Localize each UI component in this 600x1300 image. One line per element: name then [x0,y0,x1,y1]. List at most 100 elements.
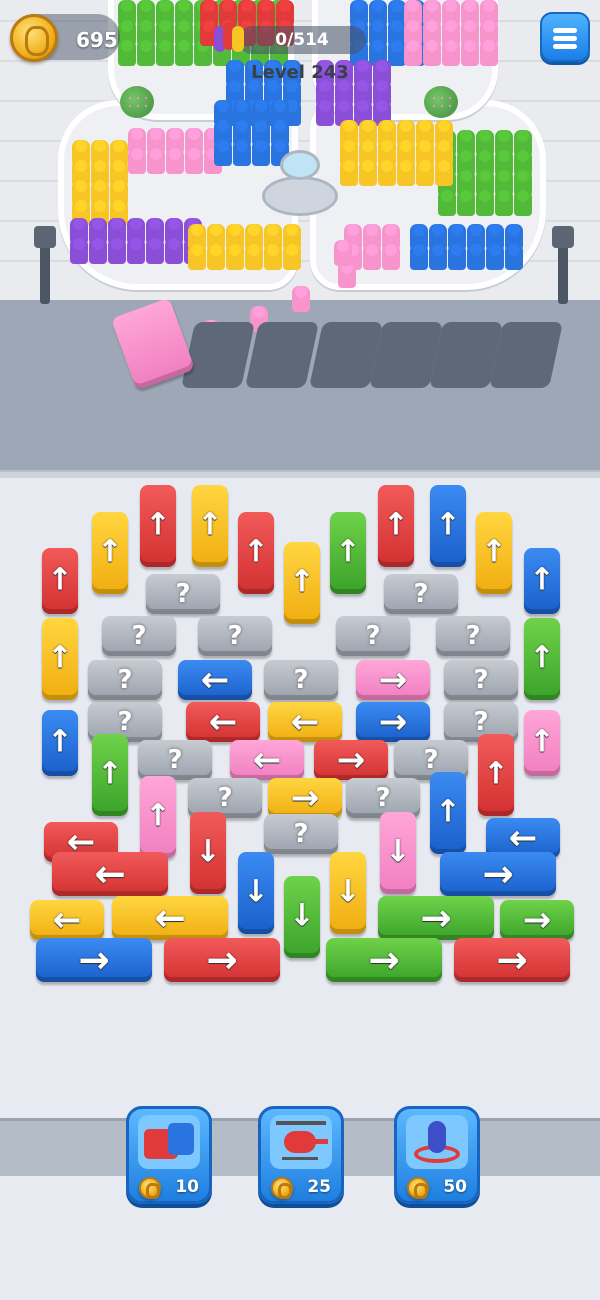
passenger [382,244,400,270]
helicopter-icon [270,1115,332,1169]
pink-vehicle[interactable]: ↓ [380,812,416,894]
red-vehicle[interactable]: ↑ [378,485,414,567]
passenger [457,190,475,216]
passenger [185,148,203,174]
menu-button[interactable] [540,12,590,62]
hidden-vehicle[interactable]: ? [444,660,518,700]
blue-vehicle[interactable]: ↑ [42,710,78,776]
hidden-vehicle[interactable]: ? [102,616,176,656]
blue-vehicle[interactable]: → [356,702,430,742]
passenger [486,244,504,270]
walking-passenger [334,240,352,266]
arrow-left-icon: ← [154,895,186,940]
green-vehicle[interactable]: → [378,896,494,940]
yellow-vehicle[interactable]: → [268,778,342,818]
red-vehicle[interactable]: ↑ [42,548,78,614]
green-vehicle[interactable]: ↓ [284,876,320,958]
arrow-up-icon: ↑ [289,564,315,600]
green-vehicle[interactable]: ↑ [92,734,128,816]
passenger [423,40,441,66]
pink-vehicle[interactable]: → [356,660,430,700]
arrow-right-icon: → [206,937,238,982]
yellow-vehicle[interactable]: ↓ [330,852,366,934]
red-vehicle[interactable]: ↑ [478,734,514,816]
red-vehicle[interactable]: ← [52,852,168,896]
arrow-right-icon: → [496,937,528,982]
hidden-vehicle[interactable]: ? [264,814,338,854]
arrow-up-icon: ↑ [529,562,555,598]
green-vehicle[interactable]: → [500,900,574,940]
blue-vehicle[interactable]: → [440,852,556,896]
passenger [435,160,453,186]
question-mark-icon: ? [473,665,489,695]
red-vehicle[interactable]: → [454,938,570,982]
passenger [70,238,88,264]
yellow-vehicle[interactable]: ↑ [42,618,78,700]
arrow-up-icon: ↑ [97,534,123,570]
yellow-vehicle[interactable]: ← [268,702,342,742]
arrow-up-icon: ↑ [197,507,223,543]
coin-icon [10,14,58,62]
passenger [226,244,244,270]
coin-count: 695 [76,28,118,52]
hidden-vehicle[interactable]: ? [88,660,162,700]
green-vehicle[interactable]: ↑ [524,618,560,700]
arrow-up-icon: ↑ [483,756,509,792]
powerup-bus-swap-button[interactable]: 10 [126,1106,212,1204]
blue-vehicle[interactable]: → [36,938,152,982]
arrow-right-icon: → [290,778,320,818]
red-vehicle[interactable]: ↑ [238,512,274,594]
arrow-down-icon: ↓ [243,874,269,910]
arrow-up-icon: ↑ [529,640,555,676]
pink-vehicle[interactable]: ← [230,740,304,780]
red-vehicle[interactable]: → [164,938,280,982]
question-mark-icon: ? [375,783,391,813]
scene-divider [0,470,600,478]
question-mark-icon: ? [413,579,429,609]
red-vehicle[interactable]: ↑ [140,485,176,567]
arrow-up-icon: ↑ [145,798,171,834]
hidden-vehicle[interactable]: ? [264,660,338,700]
passenger [397,160,415,186]
hidden-vehicle[interactable]: ? [198,616,272,656]
red-vehicle[interactable]: ← [186,702,260,742]
question-mark-icon: ? [117,707,133,737]
hidden-vehicle[interactable]: ? [138,740,212,780]
red-vehicle[interactable]: → [314,740,388,780]
arrow-up-icon: ↑ [47,724,73,760]
blue-vehicle[interactable]: ← [178,660,252,700]
hidden-vehicle[interactable]: ? [436,616,510,656]
arrow-left-icon: ← [52,900,82,940]
passenger-plaza: 695 0/514 Level 243 [0,0,600,470]
red-vehicle[interactable]: ↓ [190,812,226,894]
powerup-helicopter-button[interactable]: 25 [258,1106,344,1204]
yellow-vehicle[interactable]: ↑ [192,485,228,567]
arrow-left-icon: ← [252,740,282,780]
passenger [207,244,225,270]
pink-vehicle[interactable]: ↑ [524,710,560,776]
yellow-vehicle[interactable]: ↑ [476,512,512,594]
yellow-vehicle[interactable]: ← [30,900,104,940]
arrow-up-icon: ↑ [97,756,123,792]
green-vehicle[interactable]: → [326,938,442,982]
arrow-up-icon: ↑ [335,534,361,570]
passenger [429,244,447,270]
hidden-vehicle[interactable]: ? [384,574,458,614]
blue-vehicle[interactable]: ↓ [238,852,274,934]
blue-vehicle[interactable]: ↑ [430,485,466,567]
arrow-right-icon: → [522,900,552,940]
yellow-vehicle[interactable]: ↑ [284,542,320,624]
blue-vehicle[interactable]: ↑ [430,772,466,854]
arrow-down-icon: ↓ [335,874,361,910]
yellow-vehicle[interactable]: ← [112,896,228,940]
hidden-vehicle[interactable]: ? [146,574,220,614]
powerup-shuffle-button[interactable]: 50 [394,1106,480,1204]
blue-vehicle[interactable]: ↑ [524,548,560,614]
pink-vehicle[interactable]: ↑ [140,776,176,858]
yellow-vehicle[interactable]: ↑ [92,512,128,594]
hidden-vehicle[interactable]: ? [336,616,410,656]
level-label: Level 243 [251,62,349,83]
arrow-left-icon: ← [208,702,238,742]
arrow-right-icon: → [368,937,400,982]
green-vehicle[interactable]: ↑ [330,512,366,594]
